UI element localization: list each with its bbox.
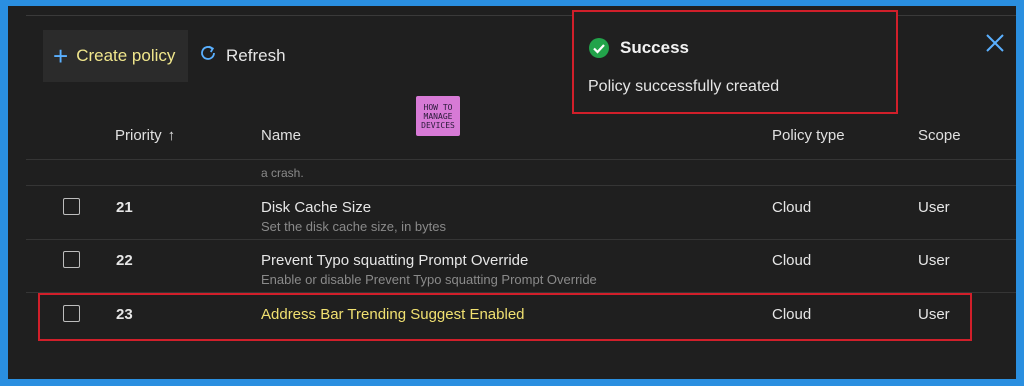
logo-line: HOW TO <box>423 102 453 112</box>
toast-title: Success <box>620 38 689 57</box>
create-policy-label: Create policy <box>76 46 176 65</box>
row-name[interactable]: Prevent Typo squatting Prompt Override <box>261 252 528 269</box>
row-priority: 21 <box>116 199 133 216</box>
sort-ascending-icon: ↑ <box>167 127 176 144</box>
row-checkbox[interactable] <box>63 198 80 215</box>
row-priority: 22 <box>116 252 133 269</box>
highlight-box <box>38 293 972 341</box>
table-row[interactable]: 22 Prevent Typo squatting Prompt Overrid… <box>26 239 1016 291</box>
toast-message: Policy successfully created <box>588 78 780 95</box>
refresh-icon <box>198 43 218 68</box>
row-divider <box>26 159 1016 160</box>
row-scope: User <box>918 199 950 216</box>
plus-icon: + <box>53 41 69 71</box>
row-description: Set the disk cache size, in bytes <box>261 219 446 234</box>
refresh-button[interactable]: Refresh <box>198 43 286 68</box>
refresh-label: Refresh <box>226 45 286 65</box>
success-toast: Success Policy successfully created <box>572 10 898 114</box>
create-policy-button[interactable]: + Create policy <box>43 30 188 82</box>
column-header-policy-type[interactable]: Policy type <box>772 127 845 144</box>
column-header-scope[interactable]: Scope <box>918 127 961 144</box>
check-circle-icon <box>588 37 610 59</box>
watermark-logo: HOW TO MANAGE DEVICES <box>416 96 460 136</box>
row-policy-type: Cloud <box>772 252 812 269</box>
row-description: Enable or disable Prevent Typo squatting… <box>261 272 597 287</box>
column-header-name[interactable]: Name <box>261 127 301 144</box>
row-policy-type: Cloud <box>772 199 812 216</box>
partial-row-description: a crash. <box>261 166 304 180</box>
close-icon[interactable] <box>984 32 1006 54</box>
logo-line: DEVICES <box>421 120 455 130</box>
column-header-priority[interactable]: Priority ↑ <box>115 127 175 144</box>
row-scope: User <box>918 252 950 269</box>
row-name[interactable]: Disk Cache Size <box>261 199 371 216</box>
logo-line: MANAGE <box>423 111 453 121</box>
row-checkbox[interactable] <box>63 251 80 268</box>
table-row[interactable]: 21 Disk Cache Size Set the disk cache si… <box>26 186 1016 238</box>
priority-header-label: Priority <box>115 127 162 144</box>
